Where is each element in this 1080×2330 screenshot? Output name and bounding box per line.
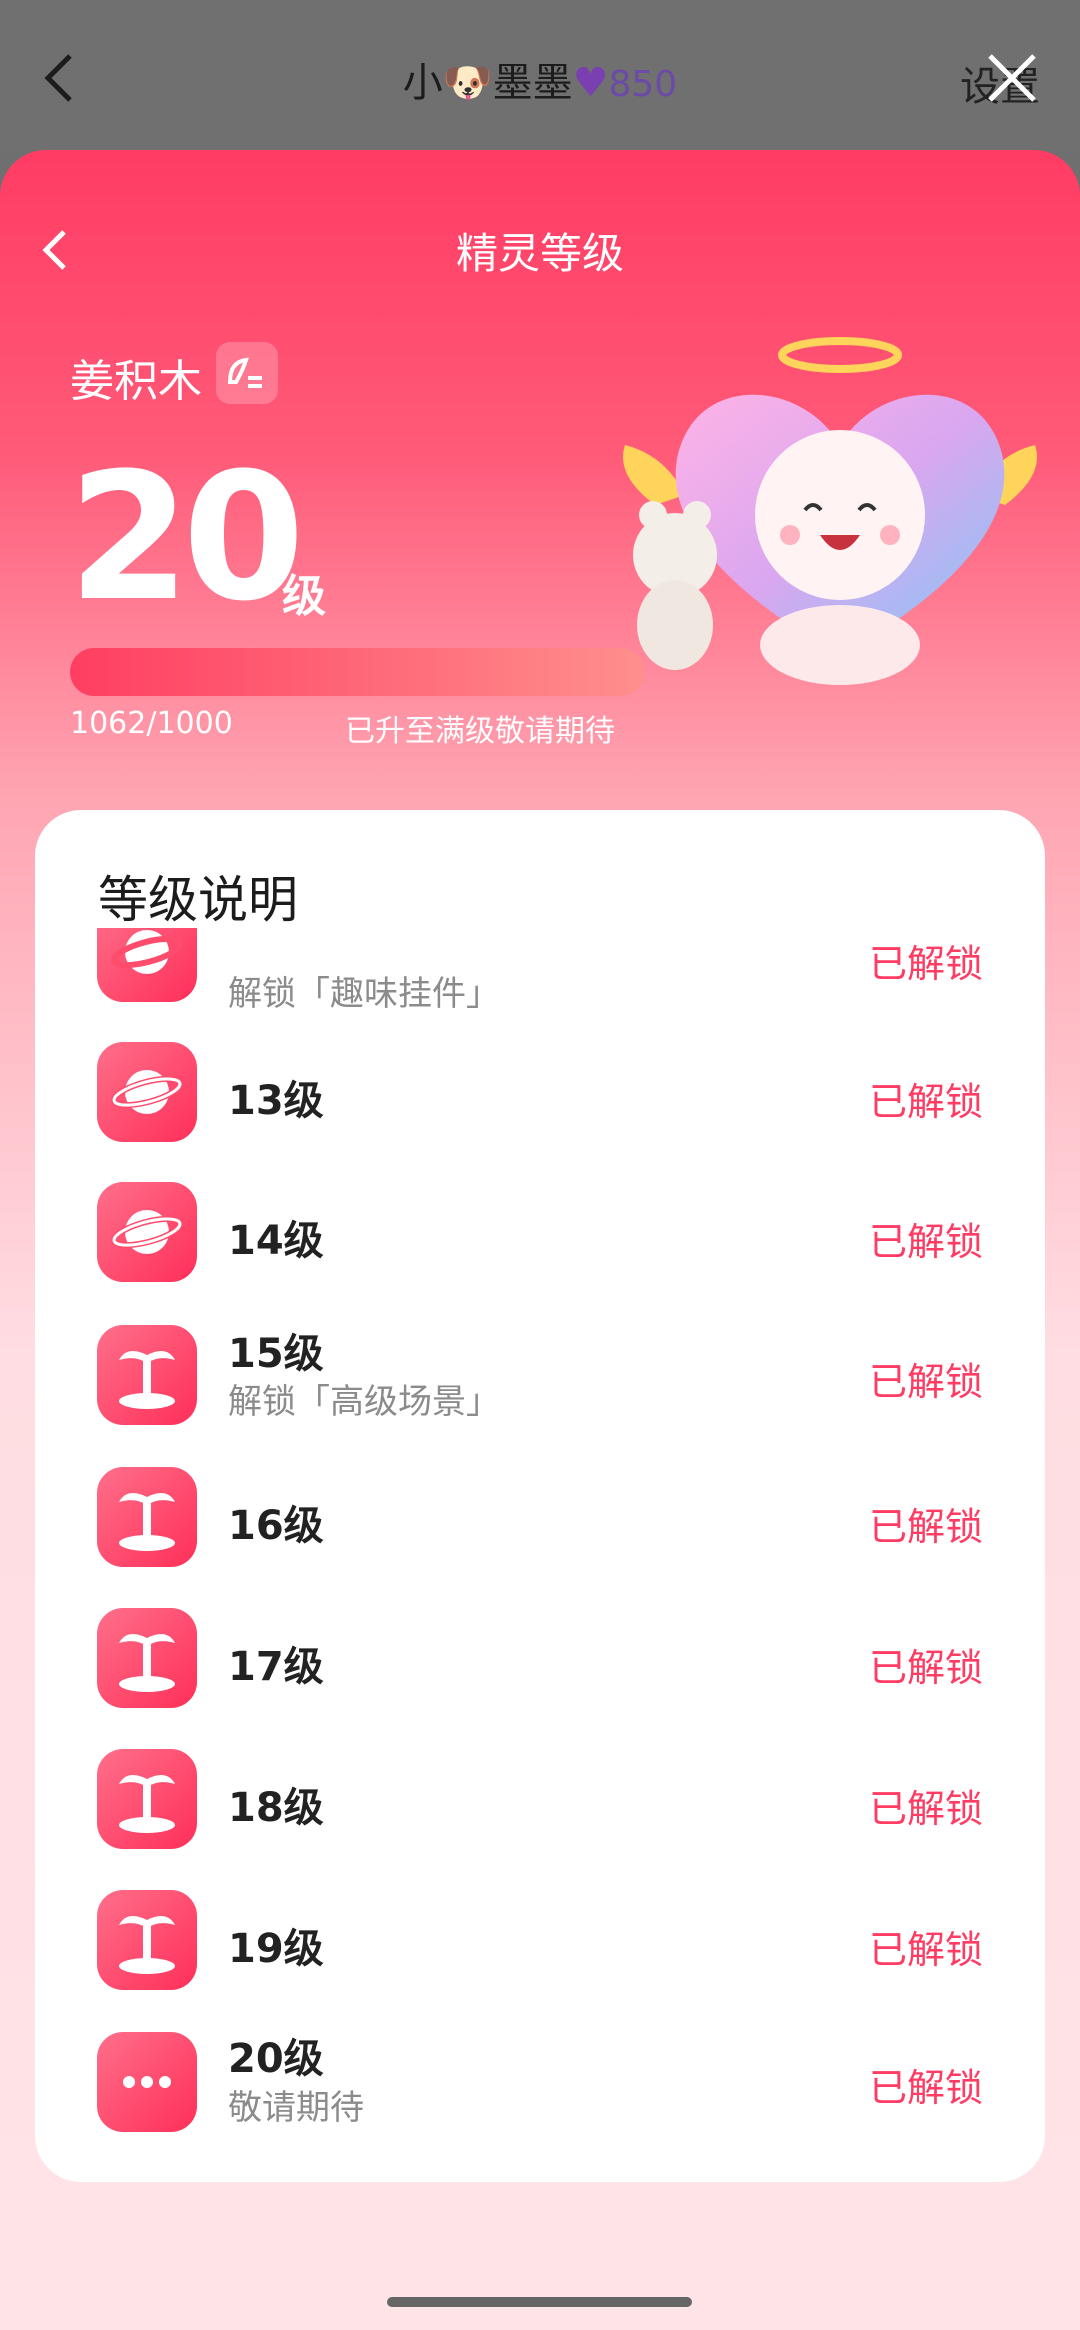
level-status-text: 已升至满级敬请期待 <box>345 714 615 749</box>
level-list[interactable]: 解锁「趣味挂件」 已解锁 13级 已解锁 14级 已解锁 15级 解锁「高级场景… <box>35 928 1045 2182</box>
palm-tree-icon <box>97 1467 197 1567</box>
level-description-card: 等级说明 解锁「趣味挂件」 已解锁 13级 已解锁 14级 已解锁 15级 解锁… <box>35 810 1045 2182</box>
palm-tree-icon <box>97 1325 197 1425</box>
card-title: 等级说明 <box>98 871 298 929</box>
list-item: 18级 已解锁 <box>35 1730 1045 1870</box>
level-label: 20级 <box>228 2036 324 2082</box>
level-desc: 解锁「趣味挂件」 <box>228 974 500 1014</box>
unlock-status: 已解锁 <box>868 1360 983 1404</box>
planet-icon <box>97 928 197 1002</box>
chat-title: 小🐶墨墨♥850 <box>0 50 1080 108</box>
intimacy-value: 850 <box>608 64 678 105</box>
level-label: 16级 <box>228 1503 324 1549</box>
palm-tree-icon <box>97 1749 197 1849</box>
unlock-status: 已解锁 <box>868 2066 983 2110</box>
list-item: 16级 已解锁 <box>35 1448 1045 1588</box>
level-unit: 级 <box>282 571 326 622</box>
close-icon[interactable] <box>984 50 1040 106</box>
list-item: 20级 敬请期待 已解锁 <box>35 2013 1045 2153</box>
level-label: 17级 <box>228 1644 324 1690</box>
edit-name-icon[interactable] <box>216 342 278 404</box>
palm-tree-icon <box>97 1890 197 1990</box>
level-progress-bar <box>70 648 645 696</box>
title-prefix: 小 <box>402 60 443 106</box>
top-bar: 小🐶墨墨♥850 设置 <box>0 0 1080 150</box>
heart-angel-mascot-icon <box>623 337 1037 685</box>
level-label: 14级 <box>228 1218 324 1264</box>
planet-icon <box>97 1042 197 1142</box>
level-desc: 解锁「高级场景」 <box>228 1382 500 1422</box>
heart-icon: ♥ <box>572 60 609 106</box>
home-indicator[interactable] <box>387 2297 692 2307</box>
unlock-status: 已解锁 <box>868 1646 983 1690</box>
level-number: 20 <box>68 435 305 640</box>
sprite-name: 姜积木 <box>70 356 202 407</box>
progress-value: 1062/1000 <box>70 706 233 741</box>
list-item: 解锁「趣味挂件」 已解锁 <box>35 928 1045 1023</box>
list-item: 19级 已解锁 <box>35 1871 1045 2011</box>
unlock-status: 已解锁 <box>868 1220 983 1264</box>
unlock-status: 已解锁 <box>868 1928 983 1972</box>
unlock-status: 已解锁 <box>868 942 983 986</box>
sprite-level-sheet: 精灵等级 姜积木 20 级 1062/1000 已升至满级敬请期待 等级说明 解… <box>0 150 1080 2330</box>
level-label: 19级 <box>228 1926 324 1972</box>
sheet-title: 精灵等级 <box>455 229 624 278</box>
level-desc: 敬请期待 <box>228 2088 364 2128</box>
unlock-status: 已解锁 <box>868 1787 983 1831</box>
list-item: 13级 已解锁 <box>35 1023 1045 1163</box>
level-label: 15级 <box>228 1331 324 1377</box>
list-item: 17级 已解锁 <box>35 1589 1045 1729</box>
planet-icon <box>97 1182 197 1282</box>
unlock-status: 已解锁 <box>868 1080 983 1124</box>
dog-emoji-icon: 🐶 <box>442 60 493 106</box>
level-label: 13级 <box>228 1078 324 1124</box>
title-name: 墨墨 <box>492 60 573 106</box>
list-item: 15级 解锁「高级场景」 已解锁 <box>35 1306 1045 1446</box>
unlock-status: 已解锁 <box>868 1505 983 1549</box>
palm-tree-icon <box>97 1608 197 1708</box>
list-item: 14级 已解锁 <box>35 1163 1045 1303</box>
level-label: 18级 <box>228 1785 324 1831</box>
more-icon <box>97 2032 197 2132</box>
